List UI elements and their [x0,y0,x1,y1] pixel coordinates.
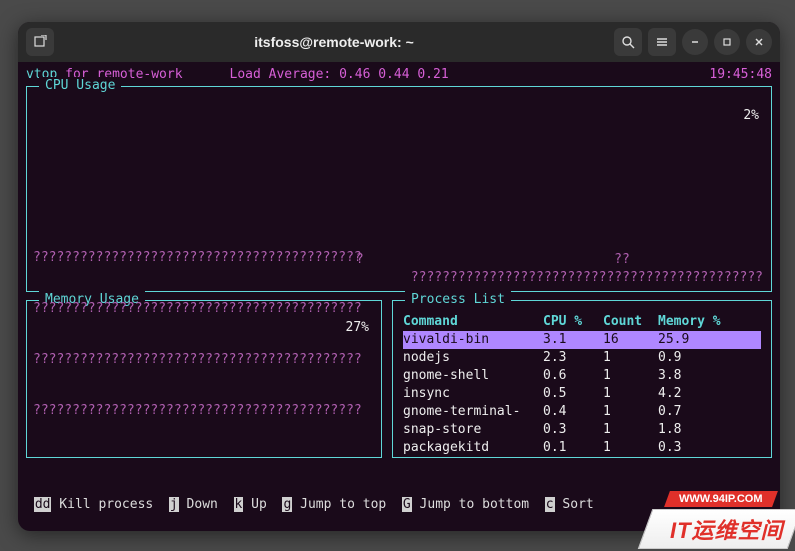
col-memory: Memory % [658,313,738,331]
load-average: Load Average: 0.46 0.44 0.21 [230,66,449,84]
table-row[interactable]: nodejs2.310.9 [403,349,761,367]
table-row[interactable]: snap-store0.311.8 [403,421,761,439]
key-hint: k [234,497,244,512]
table-row[interactable]: packagekitd0.110.3 [403,439,761,457]
key-hint: g [282,497,292,512]
key-hint: j [169,497,179,512]
mem-row: ????????????????????????????????????????… [33,300,375,317]
table-row[interactable]: gnome-shell0.613.8 [403,367,761,385]
watermark-url: WWW.94IP.COM [665,491,778,507]
cpu-percent: 2% [743,107,759,125]
clock: 19:45:48 [709,66,772,84]
mem-row: ????????????????????????????????????????… [33,402,375,419]
terminal-window: itsfoss@remote-work: ~ [18,22,780,531]
key-hint: c [545,497,555,512]
key-hint: G [402,497,412,512]
search-button[interactable] [614,28,642,56]
mem-row: ????????????????????????????????????????… [33,351,375,368]
new-tab-icon [33,35,47,49]
memory-usage-panel: Memory Usage 27% ???????????????????????… [26,300,382,458]
search-icon [621,35,635,49]
status-line: vtop for remote-work Load Average: 0.46 … [26,66,772,84]
watermark-text: IT运维空间 [638,509,795,549]
cpu-panel-title: CPU Usage [39,77,121,95]
key-hint: dd [34,497,52,512]
titlebar: itsfoss@remote-work: ~ [18,22,780,62]
terminal-content[interactable]: vtop for remote-work Load Average: 0.46 … [18,62,780,531]
col-cpu: CPU % [543,313,603,331]
process-table: CommandCPU %CountMemory % vivaldi-bin3.1… [403,313,761,457]
hamburger-icon [655,35,669,49]
menu-button[interactable] [648,28,676,56]
col-command: Command [403,313,543,331]
maximize-button[interactable] [714,29,740,55]
minimize-button[interactable] [682,29,708,55]
table-row[interactable]: vivaldi-bin3.11625.9 [403,331,761,349]
window-title: itsfoss@remote-work: ~ [60,34,608,50]
close-button[interactable] [746,29,772,55]
minimize-icon [689,36,701,48]
maximize-icon [721,36,733,48]
table-row[interactable]: insync0.514.2 [403,385,761,403]
table-row[interactable]: gnome-terminal-0.410.7 [403,403,761,421]
close-icon [753,36,765,48]
new-tab-button[interactable] [26,28,54,56]
process-list-panel: Process List CommandCPU %CountMemory % v… [392,300,772,458]
memory-graph: ????????????????????????????????????????… [33,215,375,453]
col-count: Count [603,313,658,331]
mem-row: ????????????????????????????????????????… [33,249,375,266]
process-panel-title: Process List [405,291,511,309]
process-header: CommandCPU %CountMemory % [403,313,761,331]
watermark-overlay: WWW.94IP.COM IT运维空间 [575,491,795,551]
